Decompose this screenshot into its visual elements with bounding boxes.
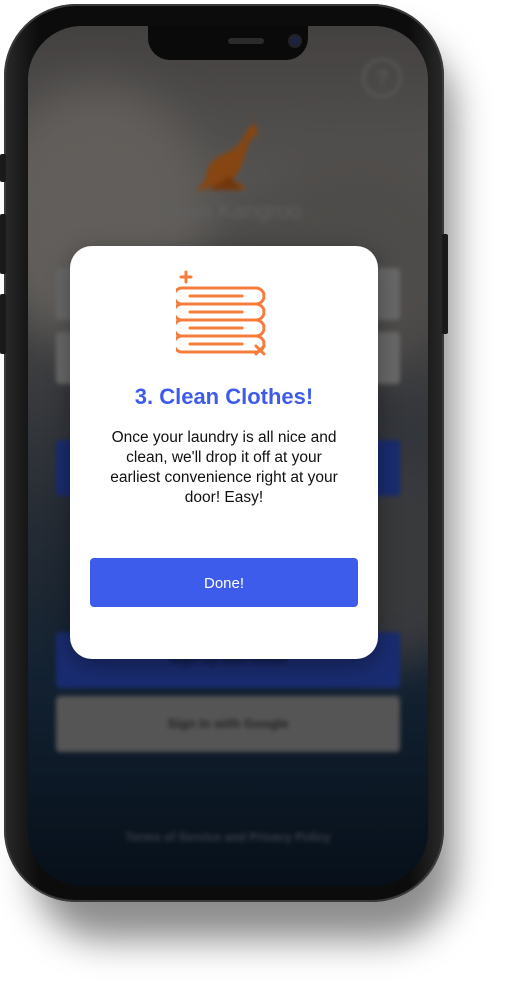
- mute-switch: [0, 154, 6, 182]
- modal-description: Once your laundry is all nice and clean,…: [110, 429, 338, 506]
- volume-down-button: [0, 294, 6, 354]
- power-button: [442, 234, 448, 334]
- done-button[interactable]: Done!: [90, 558, 358, 607]
- speaker-grille: [228, 38, 264, 44]
- front-camera: [290, 36, 300, 46]
- modal-title: 3. Clean Clothes!: [134, 384, 314, 409]
- volume-up-button: [0, 214, 6, 274]
- folded-towels-icon: [176, 270, 266, 356]
- onboarding-modal: 3. Clean Clothes! Once your laundry is a…: [70, 246, 378, 659]
